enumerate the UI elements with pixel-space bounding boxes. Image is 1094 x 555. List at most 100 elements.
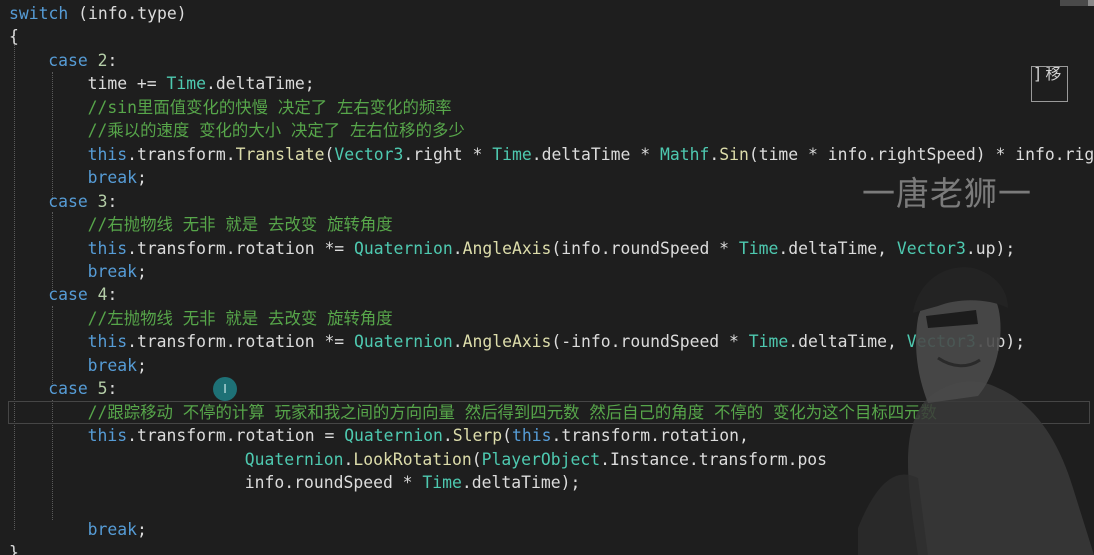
code-token: : [107, 50, 118, 70]
code-line[interactable]: break; [88, 166, 147, 189]
code-token: 2 [97, 50, 108, 70]
code-token: .transform.rotation *= [127, 238, 355, 258]
code-token: } [9, 543, 19, 555]
code-token: Quaternion [344, 426, 443, 446]
code-token: .transform.rotation *= [127, 332, 355, 352]
code-line[interactable]: case 5: [48, 377, 117, 400]
minimap-viewport[interactable]: ] 移 [1031, 66, 1068, 102]
code-token: AngleAxis [462, 332, 552, 352]
indent-guide [52, 306, 53, 386]
code-token: this [87, 238, 128, 258]
code-token: . [452, 332, 463, 352]
code-line[interactable]: case 2: [48, 49, 117, 72]
code-token: Time [492, 144, 532, 164]
code-token: this [87, 332, 128, 352]
code-token: .transform.rotation = [127, 426, 345, 446]
indent-guide [14, 30, 15, 530]
code-token: .right * [403, 144, 493, 164]
code-token: break [87, 355, 137, 375]
code-line[interactable]: this.transform.Translate(Vector3.right *… [88, 143, 1094, 166]
code-line[interactable]: { [9, 25, 19, 48]
code-token: : [107, 191, 118, 211]
code-line[interactable]: case 4: [48, 283, 117, 306]
code-token: .transform. [127, 144, 236, 164]
code-token: .deltaTime; [206, 74, 315, 94]
code-token: 3 [97, 191, 108, 211]
code-token: (info.roundSpeed * [551, 238, 739, 258]
code-line[interactable]: //sin里面值变化的快慢 决定了 左右变化的频率 [88, 96, 452, 119]
code-token: .transform.rotation, [551, 426, 749, 446]
code-token: case [48, 191, 88, 211]
code-token: Quaternion [354, 332, 453, 352]
watermark-text: 一唐老狮一 [862, 174, 1032, 213]
code-line[interactable]: Quaternion.LookRotation(PlayerObject.Ins… [245, 448, 827, 471]
code-token: Translate [235, 144, 325, 164]
code-token: ( [471, 449, 482, 469]
code-token: ; [136, 168, 147, 188]
code-line[interactable]: //跟踪移动 不停的计算 玩家和我之间的方向向量 然后得到四元数 然后自己的角度… [88, 401, 937, 424]
code-token: ; [136, 355, 147, 375]
code-token: Time [422, 473, 462, 492]
code-token: . [709, 144, 720, 164]
code-token: PlayerObject [481, 449, 601, 469]
code-line[interactable]: switch (info.type) [9, 2, 187, 25]
code-token: Quaternion [354, 238, 453, 258]
code-token: (info.type) [68, 4, 187, 23]
code-token: Time [748, 332, 789, 352]
code-token: //乘以的速度 变化的大小 决定了 左右位移的多少 [87, 121, 465, 141]
code-token: : [107, 285, 118, 305]
code-token: Quaternion [244, 449, 344, 469]
code-token: break [87, 261, 137, 281]
code-token: Sin [719, 144, 749, 164]
code-token: Mathf [660, 144, 710, 164]
code-token: (time * info.rightSpeed) * info.rig [748, 144, 1094, 164]
code-line[interactable]: //左抛物线 无非 就是 去改变 旋转角度 [88, 307, 393, 330]
code-line[interactable]: //乘以的速度 变化的大小 决定了 左右位移的多少 [88, 119, 465, 142]
code-token: time += [87, 74, 167, 94]
code-token: . [343, 449, 354, 469]
code-line[interactable]: break; [88, 354, 147, 377]
code-token: switch [9, 4, 69, 23]
code-token: LookRotation [353, 449, 472, 469]
code-line[interactable]: this.transform.rotation = Quaternion.Sle… [88, 424, 749, 447]
code-token: //跟踪移动 不停的计算 玩家和我之间的方向向量 然后得到四元数 然后自己的角度… [87, 402, 937, 422]
code-token: //左抛物线 无非 就是 去改变 旋转角度 [87, 308, 393, 328]
code-editor[interactable]: switch (info.type){case 2: time += Time.d… [0, 0, 1094, 555]
text-cursor-icon: I [213, 377, 237, 401]
code-token: .Instance.transform.pos [600, 449, 828, 469]
code-token: Time [738, 238, 779, 258]
code-line[interactable]: info.roundSpeed * Time.deltaTime); [245, 471, 581, 494]
code-token: ( [502, 426, 512, 446]
code-token: break [87, 168, 137, 188]
code-token: info.roundSpeed * [244, 473, 423, 492]
code-token: //右抛物线 无非 就是 去改变 旋转角度 [87, 215, 393, 235]
code-token: . [442, 426, 453, 446]
code-token: this [87, 144, 128, 164]
indent-guide [52, 212, 53, 292]
code-token: break [87, 519, 137, 539]
code-token: .deltaTime); [461, 473, 581, 492]
code-line[interactable]: //右抛物线 无非 就是 去改变 旋转角度 [88, 213, 393, 236]
scrollbar-marker [1088, 0, 1094, 6]
code-token: this [87, 426, 128, 446]
code-token: { [9, 27, 19, 47]
code-token: case [48, 379, 88, 399]
code-token: 5 [97, 379, 108, 399]
code-line[interactable]: case 3: [48, 190, 117, 213]
code-token: ; [136, 519, 147, 539]
code-token: this [511, 426, 552, 446]
code-line[interactable]: time += Time.deltaTime; [88, 72, 315, 95]
code-token: ; [136, 261, 147, 281]
code-line[interactable]: break; [88, 260, 147, 283]
code-token: case [48, 285, 88, 305]
code-line[interactable]: } [9, 541, 19, 555]
code-line[interactable]: break; [88, 518, 147, 541]
code-token: (-info.roundSpeed * [551, 332, 749, 352]
code-token: Slerp [452, 426, 503, 446]
indent-guide [52, 72, 53, 200]
code-token: case [48, 50, 88, 70]
presenter-avatar [858, 267, 1094, 555]
